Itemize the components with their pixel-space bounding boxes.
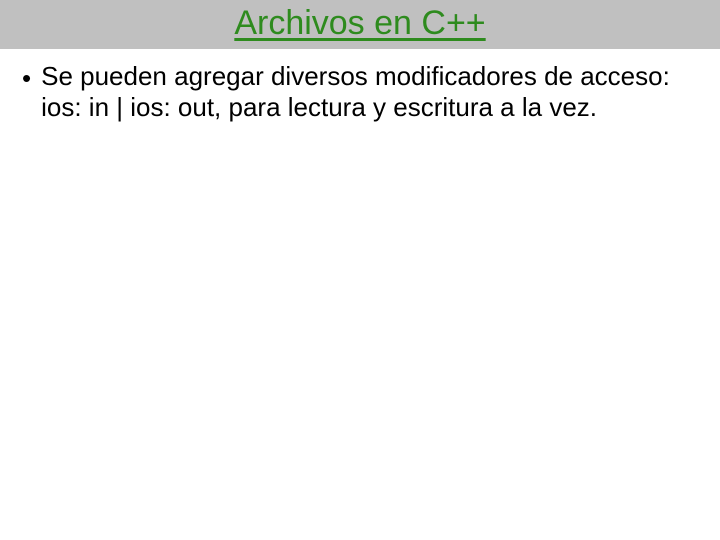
bullet-marker-icon: • bbox=[22, 63, 31, 94]
bullet-text: Se pueden agregar diversos modificadores… bbox=[41, 61, 698, 122]
list-item: • Se pueden agregar diversos modificador… bbox=[22, 61, 698, 122]
slide-content: • Se pueden agregar diversos modificador… bbox=[0, 49, 720, 122]
slide-title: Archivos en C++ bbox=[234, 4, 485, 42]
slide-title-bar: Archivos en C++ bbox=[0, 0, 720, 49]
